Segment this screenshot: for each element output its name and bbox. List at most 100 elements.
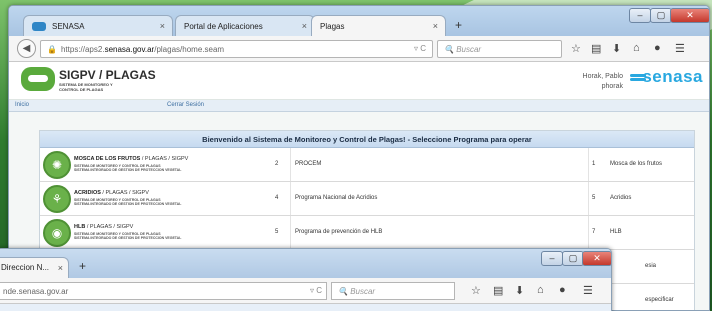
program-name: MOSCA DE LOS FRUTOS: [74, 156, 141, 162]
reload-icon[interactable]: ▿ C: [310, 286, 322, 295]
plague-name: Acridios: [610, 195, 632, 201]
chat-icon[interactable]: ●: [654, 42, 661, 54]
program-sub-line: SISTEMA INTEGRADO DE GESTION DE PROTECCI…: [74, 202, 182, 206]
firefox-icon: [32, 21, 46, 31]
reload-icon[interactable]: ▿ C: [414, 44, 426, 53]
url-bar[interactable]: 🔒 https://aps2. senasa.gov.ar/plagas/home…: [40, 40, 433, 58]
program-id: 4: [275, 195, 279, 201]
close-tab-icon[interactable]: ×: [58, 263, 63, 273]
program-path: / PLAGAS / SIGPV: [100, 190, 149, 196]
program-label: Programa de prevención de HLB: [295, 229, 383, 235]
program-name: ACRIDIOS: [74, 190, 101, 196]
tab-label: Plagas: [320, 21, 345, 31]
panel-heading: Bienvenido al Sistema de Monitoreo y Con…: [40, 131, 694, 148]
search-placeholder: Buscar: [456, 45, 482, 54]
close-tab-icon[interactable]: ×: [433, 21, 438, 31]
program-row[interactable]: ✺ MOSCA DE LOS FRUTOS / PLAGAS / SIGPV S…: [40, 148, 694, 182]
menu-icon[interactable]: ☰: [583, 284, 593, 297]
menu-bar: Inicio Cerrar Sesión: [9, 100, 709, 112]
close-tab-icon[interactable]: ×: [160, 21, 165, 31]
second-title-bar: Direccion N... × + – ▢ ✕: [0, 249, 611, 278]
maximize-button[interactable]: ▢: [562, 251, 584, 266]
senasa-brand: senasa: [642, 67, 703, 86]
program-row[interactable]: ◉ HLB / PLAGAS / SIGPV SISTEMA DE MONITO…: [40, 216, 694, 250]
program-row[interactable]: ⚘ ACRIDIOS / PLAGAS / SIGPV SISTEMA DE M…: [40, 182, 694, 216]
tab-plagas[interactable]: Plagas ×: [311, 15, 446, 36]
bookmarks-list-icon[interactable]: ▤: [493, 284, 503, 297]
program-sub-line: SISTEMA INTEGRADO DE GESTION DE PROTECCI…: [74, 236, 182, 240]
title-bar: SENASA × Portal de Aplicaciones × Plagas…: [9, 6, 709, 36]
program-label: Programa Nacional de Acridios: [295, 195, 378, 201]
navigation-bar: ◀ 🔒 https://aps2. senasa.gov.ar/plagas/ho…: [9, 36, 709, 62]
minimize-button[interactable]: –: [541, 251, 563, 266]
home-icon[interactable]: ⌂: [633, 42, 640, 54]
download-icon[interactable]: ⬇: [612, 42, 621, 55]
fly-icon: ✺: [43, 151, 71, 179]
new-tab-button[interactable]: +: [79, 259, 86, 273]
plague-id: 1: [592, 161, 596, 167]
chat-icon[interactable]: ●: [559, 284, 566, 296]
minimize-button[interactable]: –: [629, 8, 651, 23]
tab-label: Direccion N...: [1, 263, 50, 272]
plague-id: 5: [592, 195, 596, 201]
program-subtitle: SISTEMA DE MONITOREO Y CONTROL DE PLAGAS…: [74, 198, 181, 206]
bookmarks-list-icon[interactable]: ▤: [591, 42, 601, 55]
search-input[interactable]: 🔍 Buscar: [331, 282, 455, 300]
search-input[interactable]: 🔍 Buscar: [437, 40, 562, 58]
app-title: SIGPV / PLAGAS: [59, 68, 156, 82]
plague-name: Mosca de los frutos: [610, 161, 663, 167]
bookmark-star-icon[interactable]: ☆: [571, 42, 581, 55]
plague-id: 7: [592, 229, 596, 235]
close-tab-icon[interactable]: ×: [302, 21, 307, 31]
citrus-icon: ◉: [43, 219, 71, 247]
sigpv-logo: [21, 67, 55, 91]
program-title: HLB / PLAGAS / SIGPV: [74, 224, 133, 230]
program-path: / PLAGAS / SIGPV: [140, 156, 189, 162]
program-title: ACRIDIOS / PLAGAS / SIGPV: [74, 190, 149, 196]
user-info: Horak, Pablo phorak: [583, 72, 623, 92]
user-login: phorak: [601, 83, 623, 90]
menu-logout-link[interactable]: Cerrar Sesión: [167, 102, 204, 108]
user-name: Horak, Pablo: [582, 73, 623, 80]
app-subtitle-line: CONTROL DE PLAGAS: [59, 87, 104, 92]
program-label: PROCEM: [295, 161, 322, 167]
program-title: MOSCA DE LOS FRUTOS / PLAGAS / SIGPV: [74, 156, 188, 162]
program-subtitle: SISTEMA DE MONITOREO Y CONTROL DE PLAGAS…: [74, 232, 181, 240]
tab-direccion[interactable]: Direccion N... ×: [0, 257, 69, 278]
plague-name: HLB: [610, 229, 622, 235]
tab-label: Portal de Aplicaciones: [184, 21, 263, 31]
program-id: 2: [275, 161, 279, 167]
locust-icon: ⚘: [43, 185, 71, 213]
program-name: HLB: [74, 224, 86, 230]
home-icon[interactable]: ⌂: [537, 284, 544, 296]
plague-name: especificar: [645, 297, 674, 303]
app-subtitle: SISTEMA DE MONITOREO Y CONTROL DE PLAGAS: [59, 82, 113, 92]
second-browser-window[interactable]: Direccion N... × + – ▢ ✕ nde.senasa.gov.…: [0, 248, 612, 311]
close-window-button[interactable]: ✕: [670, 8, 709, 23]
download-icon[interactable]: ⬇: [515, 284, 524, 297]
url-prefix: https://aps2.: [60, 44, 105, 54]
bookmark-star-icon[interactable]: ☆: [471, 284, 481, 297]
maximize-button[interactable]: ▢: [650, 8, 672, 23]
menu-icon[interactable]: ☰: [675, 42, 685, 55]
program-id: 5: [275, 229, 279, 235]
tab-label: SENASA: [52, 21, 85, 31]
close-window-button[interactable]: ✕: [582, 251, 611, 266]
program-path: / PLAGAS / SIGPV: [85, 224, 134, 230]
back-arrow-icon[interactable]: ◀: [17, 39, 36, 58]
tab-senasa[interactable]: SENASA ×: [23, 15, 173, 36]
url-domain: nde.senasa.gov.ar: [3, 287, 69, 296]
program-subtitle: SISTEMA DE MONITOREO Y CONTROL DE PLAGAS…: [74, 164, 181, 172]
url-path: /plagas/home.seam: [154, 44, 225, 54]
program-sub-line: SISTEMA INTEGRADO DE GESTION DE PROTECCI…: [74, 168, 182, 172]
url-domain: senasa.gov.ar: [104, 44, 155, 54]
lock-icon: 🔒: [47, 44, 57, 54]
menu-home-link[interactable]: Inicio: [15, 102, 29, 108]
search-placeholder: Buscar: [350, 287, 376, 296]
url-bar[interactable]: nde.senasa.gov.ar ▿ C: [0, 282, 327, 300]
plague-name: esia: [645, 263, 657, 269]
app-header: SIGPV / PLAGAS SISTEMA DE MONITOREO Y CO…: [9, 62, 709, 100]
second-navigation-bar: nde.senasa.gov.ar ▿ C 🔍 Buscar ☆ ▤ ⬇ ⌂ ●…: [0, 278, 611, 304]
new-tab-button[interactable]: +: [455, 18, 462, 32]
tab-portal[interactable]: Portal de Aplicaciones ×: [175, 15, 315, 36]
